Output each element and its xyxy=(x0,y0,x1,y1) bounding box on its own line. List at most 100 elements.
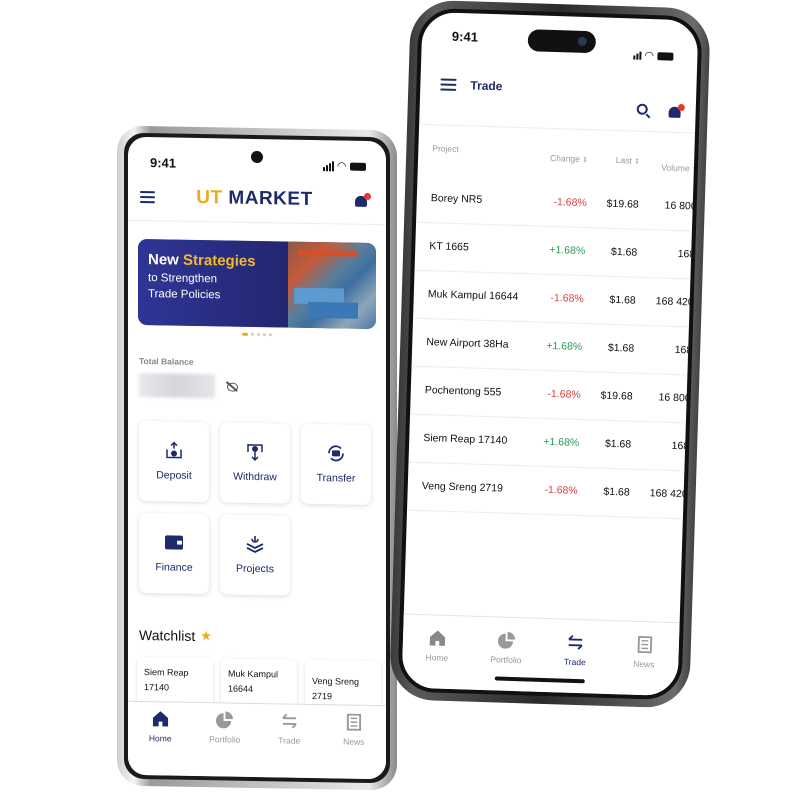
notification-badge xyxy=(677,103,685,112)
cell-last: $1.68 xyxy=(604,437,632,451)
cell-volume: 168 xyxy=(671,439,690,452)
cell-volume: 168 xyxy=(674,343,693,356)
cell-change: -1.68% xyxy=(547,387,581,401)
sort-icon: ⇕ xyxy=(691,166,698,174)
search-icon[interactable] xyxy=(636,103,648,115)
carousel-indicator[interactable] xyxy=(128,331,386,339)
android-screen: 9:41 ◠ UT MARKET New Strategies to Stren… xyxy=(128,136,386,780)
banner-image-port xyxy=(288,241,376,330)
promo-banner[interactable]: New Strategies to Strengthen Trade Polic… xyxy=(138,238,376,330)
nav-home[interactable]: Home xyxy=(406,629,468,690)
iphone-screen: 9:41 ◠ Trade Project Change ⇕ Last ⇕ Vol… xyxy=(397,7,703,701)
nav-portfolio[interactable]: Portfolio xyxy=(195,711,255,777)
nav-trade[interactable]: Trade xyxy=(544,633,606,694)
cell-project: Muk Kampul 16644 xyxy=(427,287,519,303)
cell-change: -1.68% xyxy=(553,195,587,209)
table-row[interactable]: Pochentong 555 -1.68% $19.68 16 800 xyxy=(410,366,691,424)
cell-volume: 168 420 xyxy=(655,294,694,308)
eye-off-icon[interactable] xyxy=(227,381,238,392)
wifi-icon: ◠ xyxy=(337,160,346,173)
newspaper-icon xyxy=(637,635,653,654)
bottom-nav: Home Portfolio Trade News xyxy=(401,613,680,697)
cell-project: Pochentong 555 xyxy=(424,383,502,398)
balance-value-hidden xyxy=(139,372,215,399)
table-row[interactable]: KT 1665 +1.68% $1.68 168 xyxy=(414,222,696,280)
projects-button[interactable]: Projects xyxy=(220,514,290,596)
transfer-button[interactable]: Transfer xyxy=(301,423,371,505)
cell-change: -1.68% xyxy=(550,291,584,305)
battery-icon xyxy=(657,51,674,61)
cell-project: Veng Sreng 2719 xyxy=(421,479,504,495)
status-time: 9:41 xyxy=(150,155,177,171)
banner-headline: New Strategies xyxy=(148,251,256,270)
watchlist-heading: Watchlist ★ xyxy=(139,626,212,644)
swap-arrows-icon xyxy=(568,635,583,650)
cell-change: +1.68% xyxy=(549,243,586,257)
android-phone: 9:41 ◠ UT MARKET New Strategies to Stren… xyxy=(117,125,397,791)
deposit-icon xyxy=(164,441,184,459)
nav-home[interactable]: Home xyxy=(130,710,190,776)
battery-icon xyxy=(350,162,366,171)
cell-project: KT 1665 xyxy=(429,239,470,253)
notification-badge xyxy=(363,192,371,200)
notification-bell-icon[interactable] xyxy=(667,103,685,120)
signal-icon xyxy=(632,51,642,60)
cell-last: $1.68 xyxy=(603,485,630,499)
page-title: Trade xyxy=(470,78,503,94)
table-row[interactable]: New Airport 38Ha +1.68% $1.68 168 xyxy=(411,318,693,376)
signal-icon xyxy=(322,160,334,171)
cell-last: $19.68 xyxy=(606,197,639,211)
home-icon xyxy=(152,711,168,727)
banner-subtext-2: Trade Policies xyxy=(148,288,221,302)
home-icon xyxy=(429,630,446,646)
withdraw-icon xyxy=(245,443,265,462)
total-balance-label: Total Balance xyxy=(139,355,194,367)
cell-change: +1.68% xyxy=(546,339,583,353)
newspaper-icon xyxy=(347,713,362,731)
cell-last: $1.68 xyxy=(607,341,635,355)
menu-icon[interactable] xyxy=(440,78,457,91)
withdraw-button[interactable]: Withdraw xyxy=(220,422,290,504)
deposit-button[interactable]: Deposit xyxy=(139,420,209,503)
app-logo: UT MARKET xyxy=(196,186,313,210)
nav-news[interactable]: News xyxy=(613,635,675,696)
swap-arrows-icon xyxy=(281,713,297,729)
camera-icon xyxy=(251,150,263,164)
cell-volume: 168 xyxy=(677,247,696,261)
dynamic-island xyxy=(527,29,597,54)
col-last[interactable]: Last ⇕ xyxy=(588,148,641,172)
mockup-stage: 9:41 ◠ UT MARKET New Strategies to Stren… xyxy=(0,0,800,800)
app-header: UT MARKET xyxy=(128,169,386,226)
cell-project: Siem Reap 17140 xyxy=(423,431,508,447)
action-grid: Deposit Withdraw Transfer Finance Projec… xyxy=(139,420,386,597)
bottom-nav: Home Portfolio Trade News xyxy=(128,700,386,780)
nav-trade[interactable]: Trade xyxy=(259,712,319,778)
col-project: Project xyxy=(432,143,460,155)
nav-portfolio[interactable]: Portfolio xyxy=(475,631,537,692)
col-change[interactable]: Change ⇕ xyxy=(528,146,589,170)
cell-last: $1.68 xyxy=(610,245,638,259)
status-time: 9:41 xyxy=(451,28,479,45)
menu-icon[interactable] xyxy=(140,190,155,204)
finance-button[interactable]: Finance xyxy=(139,512,209,595)
trade-table: Borey NR5 -1.68% $19.68 16 800 KT 1665 +1.68%… xyxy=(407,174,697,520)
cell-volume: 16 800 xyxy=(664,199,697,213)
table-row[interactable]: Siem Reap 17140 +1.68% $1.68 168 xyxy=(408,414,690,472)
star-icon: ★ xyxy=(200,628,212,644)
col-volume[interactable]: Volume ⇕ xyxy=(640,150,699,174)
wifi-icon: ◠ xyxy=(644,49,654,63)
pie-chart-icon xyxy=(498,631,516,649)
cell-last: $1.68 xyxy=(609,293,636,307)
table-row[interactable]: Borey NR5 -1.68% $19.68 16 800 xyxy=(416,174,697,232)
table-row[interactable]: Muk Kampul 16644 -1.68% $1.68 168 420 xyxy=(413,270,694,328)
cell-volume: 16 800 xyxy=(658,390,691,404)
layers-icon xyxy=(245,535,265,553)
cell-volume: 168 420 xyxy=(649,486,688,500)
nav-news[interactable]: News xyxy=(324,713,384,779)
notification-bell-icon[interactable] xyxy=(354,192,371,208)
transfer-icon xyxy=(326,444,346,462)
cell-project: Borey NR5 xyxy=(430,191,483,206)
pie-chart-icon xyxy=(216,711,234,729)
table-header: Project Change ⇕ Last ⇕ Volume ⇕ xyxy=(418,125,698,184)
table-row[interactable]: Veng Sreng 2719 -1.68% $1.68 168 420 xyxy=(407,462,688,520)
